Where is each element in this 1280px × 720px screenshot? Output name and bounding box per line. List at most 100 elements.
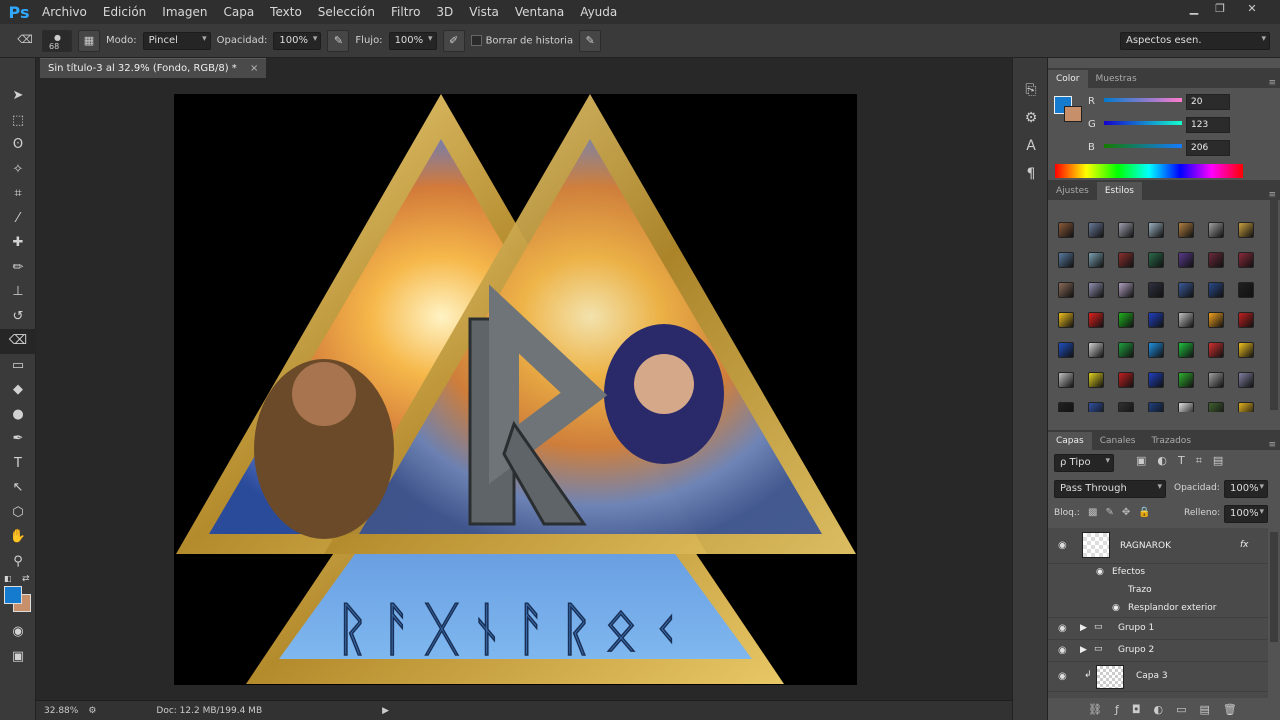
eraser-preset-icon[interactable]: ⌫ <box>14 30 36 52</box>
style-swatch[interactable] <box>1208 402 1224 412</box>
style-swatch[interactable] <box>1118 282 1134 298</box>
close-window-icon[interactable]: ✕ <box>1240 2 1264 18</box>
style-swatch[interactable] <box>1148 372 1164 388</box>
style-swatch[interactable] <box>1088 342 1104 358</box>
document-tab[interactable]: Sin título-3 al 32.9% (Fondo, RGB/8) * × <box>40 58 267 78</box>
style-swatch[interactable] <box>1178 342 1194 358</box>
style-swatch[interactable] <box>1238 282 1254 298</box>
menu-vista[interactable]: Vista <box>461 5 507 19</box>
style-swatch[interactable] <box>1058 252 1074 268</box>
foreground-color-swatch[interactable] <box>4 586 22 604</box>
style-swatch[interactable] <box>1238 222 1254 238</box>
style-swatch[interactable] <box>1178 222 1194 238</box>
styles-scrollbar[interactable] <box>1270 200 1278 410</box>
healing-brush-tool-icon[interactable]: ✚ <box>0 231 36 256</box>
close-tab-icon[interactable]: × <box>250 63 258 74</box>
layer-filter-icons[interactable]: ▣◐T⌗▤ <box>1136 454 1234 468</box>
layer-fx-icon[interactable]: fx <box>1240 540 1249 550</box>
style-swatch[interactable] <box>1178 402 1194 412</box>
opacity-dropdown[interactable]: 100% <box>273 31 322 50</box>
menu-ventana[interactable]: Ventana <box>507 5 572 19</box>
visibility-eye-icon[interactable]: ◉ <box>1058 671 1067 682</box>
history-panel-icon[interactable]: ⎘ <box>1013 76 1049 104</box>
pen-tool-icon[interactable]: ✒ <box>0 427 36 452</box>
style-swatch[interactable] <box>1088 282 1104 298</box>
style-swatch[interactable] <box>1208 282 1224 298</box>
style-swatch[interactable] <box>1058 402 1074 412</box>
blur-tool-icon[interactable]: ◆ <box>0 378 36 403</box>
properties-panel-icon[interactable]: ⚙ <box>1013 104 1049 132</box>
style-swatch[interactable] <box>1088 222 1104 238</box>
erase-history-option[interactable]: Borrar de historia <box>470 34 573 46</box>
style-swatch[interactable] <box>1118 252 1134 268</box>
default-colors-icon[interactable]: ◧ <box>4 574 12 583</box>
brush-size-picker[interactable]: ● 68 <box>42 29 72 52</box>
style-swatch[interactable] <box>1238 312 1254 328</box>
style-swatch[interactable] <box>1208 312 1224 328</box>
color-panel-background[interactable] <box>1064 106 1082 122</box>
style-swatch[interactable] <box>1148 252 1164 268</box>
menu-archivo[interactable]: Archivo <box>34 5 95 19</box>
layer-filter-dropdown[interactable]: ρ Tipo <box>1054 454 1114 472</box>
blend-mode-dropdown[interactable]: Pass Through <box>1054 480 1166 498</box>
expand-arrow-icon[interactable]: ▶ <box>1080 645 1087 655</box>
style-swatch[interactable] <box>1148 402 1164 412</box>
style-swatch[interactable] <box>1208 252 1224 268</box>
style-swatch[interactable] <box>1118 402 1134 412</box>
status-menu-arrow-icon[interactable]: ▶ <box>382 706 389 716</box>
menu-texto[interactable]: Texto <box>262 5 310 19</box>
layer-row-capa-3[interactable]: ◉ ↲ Capa 3 <box>1048 662 1268 692</box>
gradient-tool-icon[interactable]: ▭ <box>0 354 36 379</box>
fill-dropdown[interactable]: 100% <box>1224 505 1268 523</box>
red-value-field[interactable]: 20 <box>1186 94 1230 110</box>
layer-outer-glow-effect[interactable]: ◉ Resplandor exterior <box>1048 600 1268 618</box>
layer-opacity-dropdown[interactable]: 100% <box>1224 480 1268 498</box>
zoom-tool-icon[interactable]: ⚲ <box>0 550 36 575</box>
swap-colors-icon[interactable]: ⇄ <box>22 574 30 584</box>
style-swatch[interactable] <box>1118 222 1134 238</box>
style-swatch[interactable] <box>1238 372 1254 388</box>
menu-capa[interactable]: Capa <box>215 5 262 19</box>
type-tool-icon[interactable]: T <box>0 452 36 477</box>
style-swatch[interactable] <box>1238 342 1254 358</box>
tab-channels[interactable]: Canales <box>1092 432 1144 450</box>
minimize-icon[interactable]: ▁ <box>1182 2 1206 18</box>
erase-history-checkbox[interactable] <box>470 34 482 46</box>
style-swatch[interactable] <box>1208 372 1224 388</box>
green-slider[interactable] <box>1104 121 1182 125</box>
blue-value-field[interactable]: 206 <box>1186 140 1230 156</box>
style-swatch[interactable] <box>1088 252 1104 268</box>
color-spectrum-bar[interactable] <box>1055 164 1243 178</box>
layers-panel-menu-icon[interactable]: ≡ <box>1268 440 1276 450</box>
eyedropper-tool-icon[interactable]: ⁄ <box>0 207 36 232</box>
style-swatch[interactable] <box>1058 222 1074 238</box>
quick-mask-icon[interactable]: ◉ <box>0 620 36 645</box>
crop-tool-icon[interactable]: ⌗ <box>0 182 36 207</box>
pressure-opacity-icon[interactable]: ✎ <box>327 29 350 52</box>
style-swatch[interactable] <box>1148 282 1164 298</box>
style-swatch[interactable] <box>1238 402 1254 412</box>
pressure-size-icon[interactable]: ✎ <box>579 29 602 52</box>
brush-tool-icon[interactable]: ✏ <box>0 256 36 281</box>
menu-ayuda[interactable]: Ayuda <box>572 5 625 19</box>
tab-layers[interactable]: Capas <box>1048 432 1092 450</box>
flow-dropdown[interactable]: 100% <box>388 31 437 50</box>
effects-eye-icon[interactable]: ◉ <box>1096 567 1104 577</box>
tab-color[interactable]: Color <box>1048 70 1088 88</box>
magic-wand-tool-icon[interactable]: ✧ <box>0 158 36 183</box>
visibility-eye-icon[interactable]: ◉ <box>1058 623 1067 634</box>
layer-effects-row[interactable]: ◉ Efectos <box>1048 564 1268 582</box>
red-slider[interactable] <box>1104 98 1182 102</box>
lasso-tool-icon[interactable]: ʘ <box>0 133 36 158</box>
style-swatch[interactable] <box>1088 372 1104 388</box>
dodge-tool-icon[interactable]: ● <box>0 403 36 428</box>
style-swatch[interactable] <box>1148 222 1164 238</box>
brush-panel-icon[interactable]: ▦ <box>78 29 100 52</box>
style-swatch[interactable] <box>1058 372 1074 388</box>
zoom-level[interactable]: 32.88% <box>44 706 78 716</box>
visibility-eye-icon[interactable]: ◉ <box>1058 540 1067 551</box>
menu-imagen[interactable]: Imagen <box>154 5 215 19</box>
visibility-eye-icon[interactable]: ◉ <box>1058 645 1067 656</box>
history-brush-tool-icon[interactable]: ↺ <box>0 305 36 330</box>
workspace-dropdown[interactable]: Aspectos esen. <box>1120 32 1270 50</box>
